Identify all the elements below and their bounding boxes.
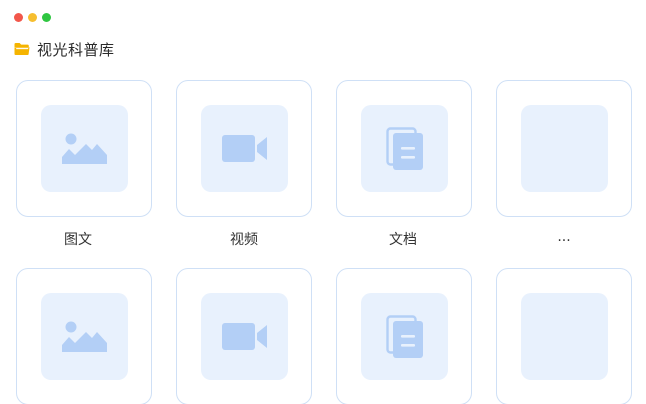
close-window-button[interactable] [14,13,23,22]
tile-icon-container [41,105,128,192]
app-window: 视光科普库 图文 视频 文档 ... [0,0,646,404]
tile-label: 视频 [230,232,258,248]
tile-icon-container [41,293,128,380]
tile-icon-container [361,293,448,380]
tile-image-text[interactable] [16,80,152,217]
tile-document[interactable] [336,80,472,217]
tile-icon-container [521,105,608,192]
window-controls [14,13,51,22]
tile-label: 文档 [389,232,417,248]
tile-icon-container [201,293,288,380]
image-icon [61,321,107,352]
tile-video[interactable] [176,80,312,217]
video-icon [221,134,267,162]
tile-video[interactable] [176,268,312,404]
tile-icon-container [521,293,608,380]
page-header: 视光科普库 [14,39,115,59]
tile-document[interactable] [336,268,472,404]
tile-icon-container [361,105,448,192]
document-icon [385,126,423,170]
tile-image-text[interactable] [16,268,152,404]
document-icon [385,314,423,358]
page-title: 视光科普库 [37,40,115,59]
tile-icon-container [201,105,288,192]
tile-more[interactable] [496,268,632,404]
tile-label: ... [557,229,571,245]
image-icon [61,133,107,164]
maximize-window-button[interactable] [42,13,51,22]
folder-icon [14,43,30,55]
video-icon [221,322,267,350]
minimize-window-button[interactable] [28,13,37,22]
tile-label: 图文 [64,232,92,248]
tile-more[interactable] [496,80,632,217]
